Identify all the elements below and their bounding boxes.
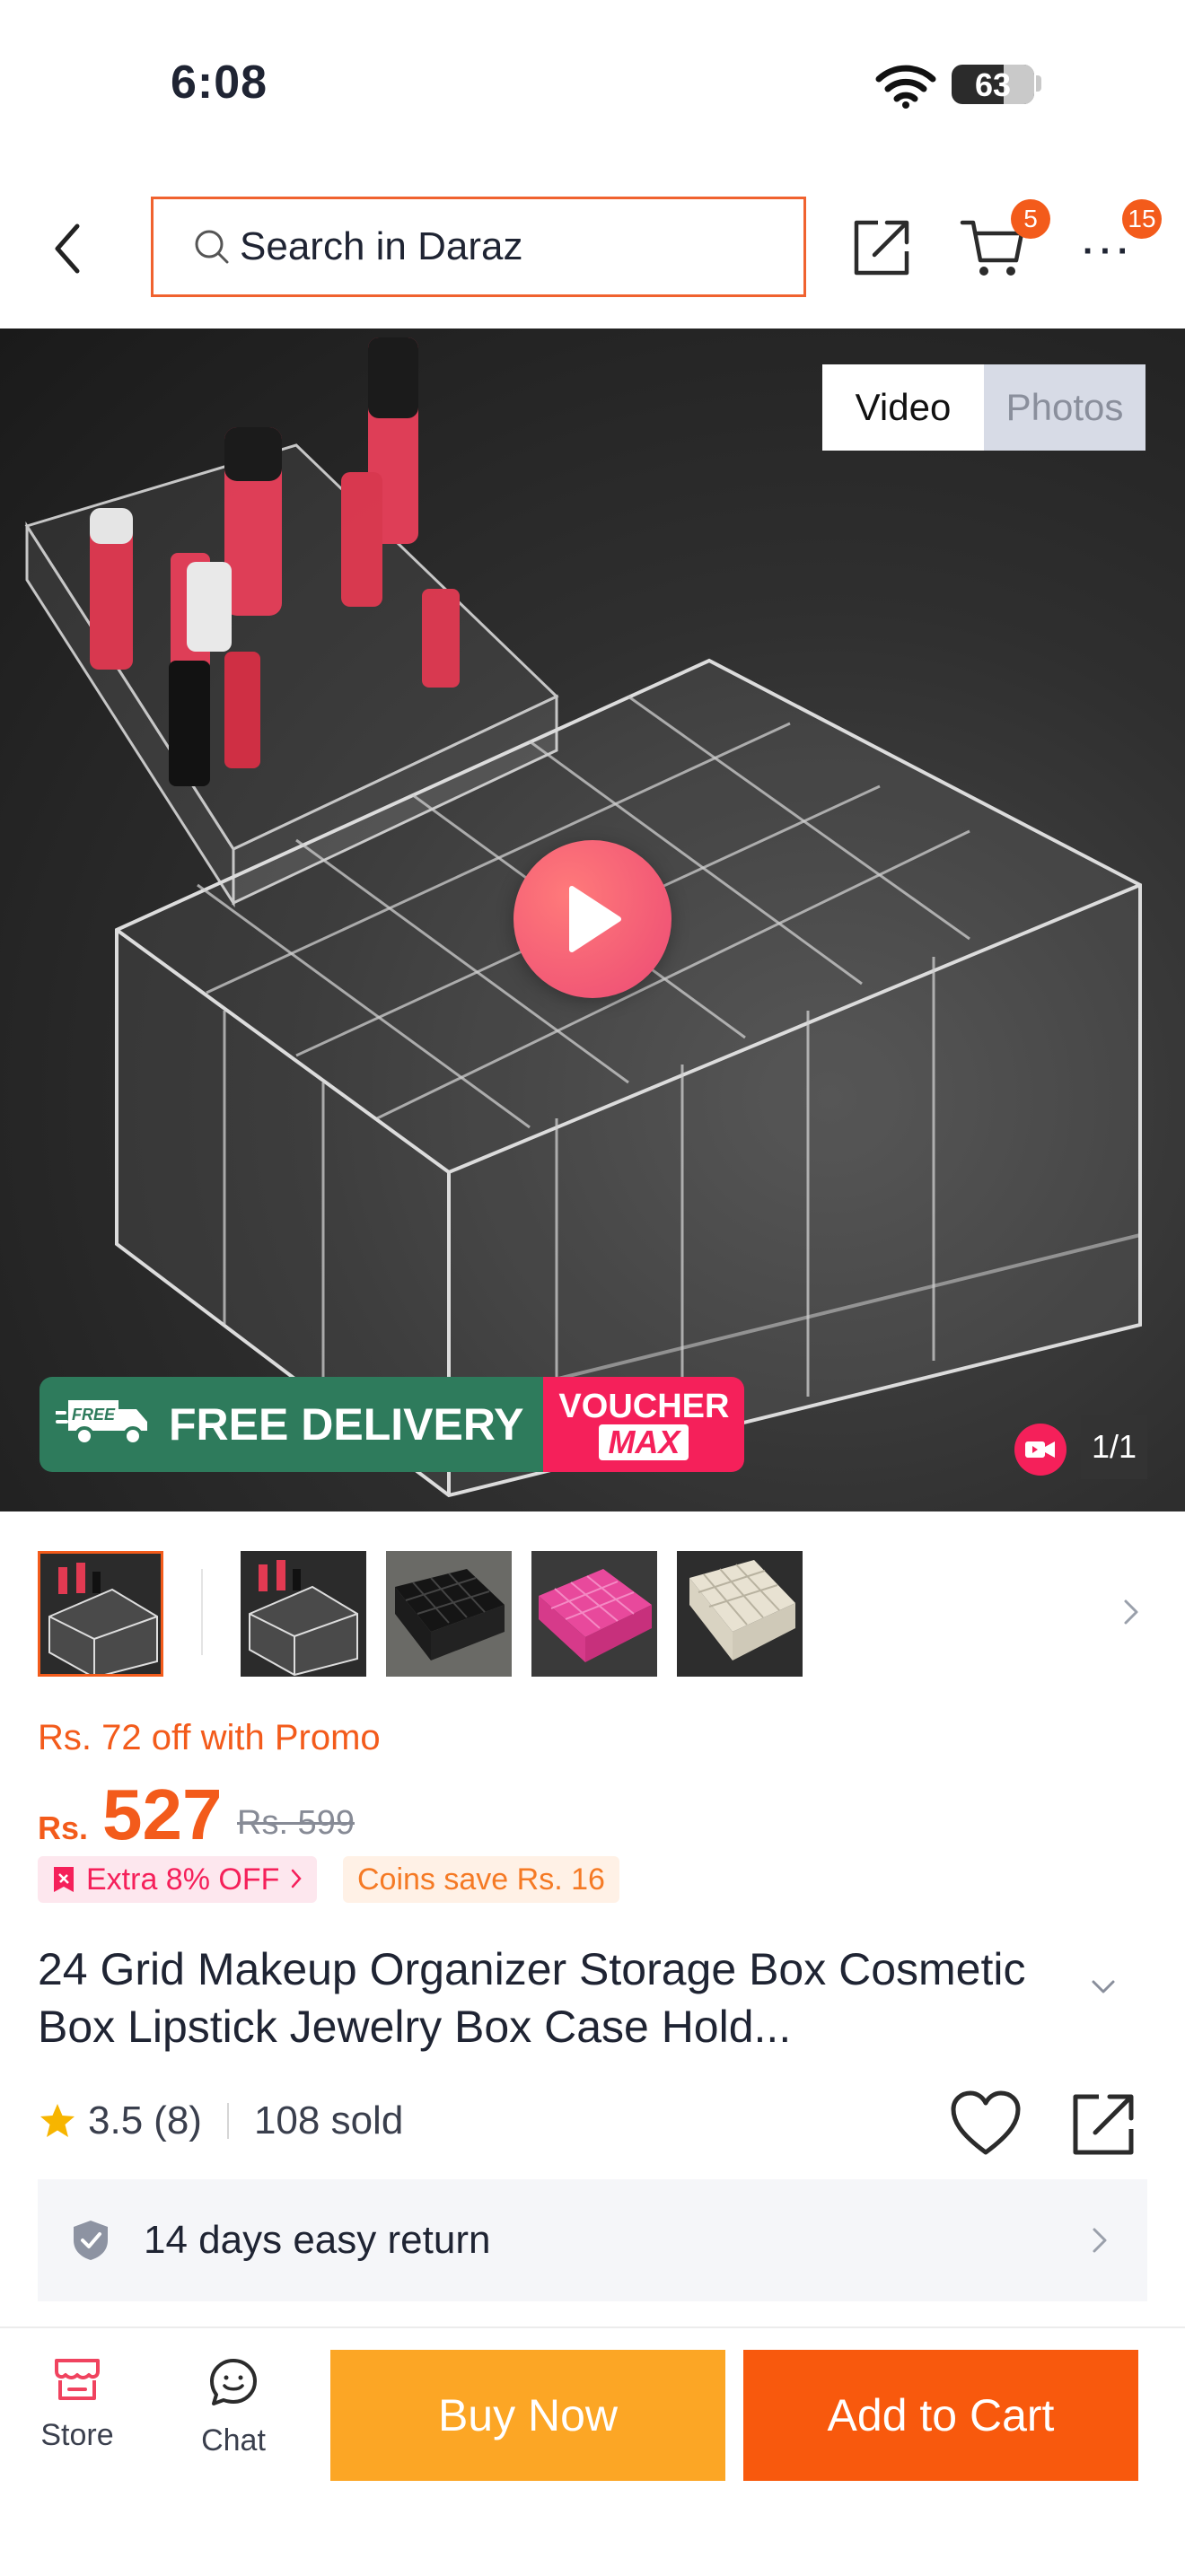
currency-label: Rs. bbox=[38, 1809, 89, 1846]
coins-badge: Coins save Rs. 16 bbox=[343, 1856, 619, 1903]
play-icon bbox=[569, 886, 621, 952]
store-tab[interactable]: Store bbox=[23, 2357, 131, 2453]
thumbnail-divider bbox=[201, 1569, 203, 1655]
voucher-label: VOUCHER bbox=[558, 1388, 730, 1425]
rating-row[interactable]: 3.5 (8) 108 sold bbox=[38, 2098, 403, 2143]
share-icon[interactable] bbox=[1070, 2090, 1138, 2162]
chat-icon bbox=[208, 2357, 259, 2407]
rating-value: 3.5 bbox=[88, 2098, 144, 2142]
search-input[interactable]: Search in Daraz bbox=[151, 197, 806, 297]
free-delivery-text: FREE DELIVERY bbox=[169, 1399, 524, 1450]
more-menu-icon[interactable]: ··· bbox=[1083, 232, 1135, 272]
voucher-max-label: MAX bbox=[599, 1424, 689, 1460]
share-icon[interactable] bbox=[851, 215, 914, 283]
shield-check-icon bbox=[72, 2219, 110, 2262]
search-placeholder: Search in Daraz bbox=[240, 224, 523, 268]
media-counter: 1/1 bbox=[1081, 1415, 1147, 1479]
return-policy-row[interactable]: 14 days easy return bbox=[38, 2179, 1147, 2301]
truck-label: FREE bbox=[72, 1406, 116, 1424]
review-count: (8) bbox=[154, 2098, 202, 2142]
thumbnail-2[interactable] bbox=[241, 1551, 366, 1677]
free-delivery-banner: FREE FREE DELIVERY VOUCHER MAX bbox=[40, 1377, 745, 1472]
voucher-max-badge: VOUCHER MAX bbox=[543, 1377, 745, 1472]
current-price: 527 bbox=[102, 1774, 223, 1854]
tab-video[interactable]: Video bbox=[822, 364, 984, 451]
organizer-pink-icon bbox=[531, 1551, 657, 1677]
chevron-right-icon bbox=[1092, 2227, 1108, 2254]
tab-photos[interactable]: Photos bbox=[984, 364, 1146, 451]
battery-level: 63 bbox=[974, 66, 1012, 103]
message-count-badge: 15 bbox=[1122, 199, 1162, 239]
thumbnail-1[interactable] bbox=[38, 1551, 163, 1677]
product-title: 24 Grid Makeup Organizer Storage Box Cos… bbox=[38, 1944, 1026, 2052]
back-arrow-icon[interactable] bbox=[52, 223, 83, 279]
chat-tab[interactable]: Chat bbox=[180, 2357, 287, 2458]
return-policy-text: 14 days easy return bbox=[144, 2218, 491, 2262]
video-camera-icon bbox=[1014, 1424, 1066, 1476]
wifi-icon bbox=[875, 63, 936, 114]
chevron-down-icon[interactable] bbox=[1090, 1978, 1117, 2001]
store-label: Store bbox=[40, 2418, 114, 2452]
organizer-clear-icon bbox=[40, 1554, 161, 1674]
original-price: Rs. 599 bbox=[237, 1804, 355, 1842]
status-time: 6:08 bbox=[171, 57, 268, 109]
star-icon bbox=[38, 2102, 77, 2140]
chevron-right-icon bbox=[290, 1862, 303, 1897]
thumbnail-3[interactable] bbox=[386, 1551, 512, 1677]
organizer-black-icon bbox=[386, 1551, 512, 1677]
delivery-truck-icon: FREE bbox=[54, 1388, 154, 1461]
thumbnail-4[interactable] bbox=[531, 1551, 657, 1677]
search-icon bbox=[193, 228, 231, 266]
voucher-tag-icon bbox=[52, 1865, 75, 1894]
sold-count: 108 sold bbox=[253, 2098, 404, 2142]
chevron-right-icon[interactable] bbox=[1122, 1598, 1140, 1631]
product-media-viewer[interactable]: Video Photos FREE FREE DELIVERY VOUCHER … bbox=[0, 329, 1185, 1511]
buy-now-button[interactable]: Buy Now bbox=[330, 2350, 725, 2481]
store-icon bbox=[53, 2357, 101, 2402]
organizer-white-icon bbox=[677, 1551, 803, 1677]
play-button[interactable] bbox=[514, 840, 672, 998]
rating-divider bbox=[226, 2103, 229, 2139]
promo-text: Rs. 72 off with Promo bbox=[38, 1718, 381, 1757]
battery-tip bbox=[1036, 75, 1041, 92]
wishlist-heart-icon[interactable] bbox=[950, 2090, 1022, 2162]
extra-discount-text: Extra 8% OFF bbox=[86, 1862, 280, 1897]
battery-icon: 63 bbox=[952, 65, 1034, 104]
cart-count-badge: 5 bbox=[1011, 199, 1050, 239]
thumbnail-5[interactable] bbox=[677, 1551, 803, 1677]
organizer-clear-icon bbox=[241, 1551, 366, 1677]
extra-discount-badge[interactable]: Extra 8% OFF bbox=[38, 1856, 318, 1903]
media-toggle[interactable]: Video Photos bbox=[822, 364, 1146, 451]
add-to-cart-button[interactable]: Add to Cart bbox=[743, 2350, 1138, 2481]
chat-label: Chat bbox=[201, 2423, 266, 2458]
